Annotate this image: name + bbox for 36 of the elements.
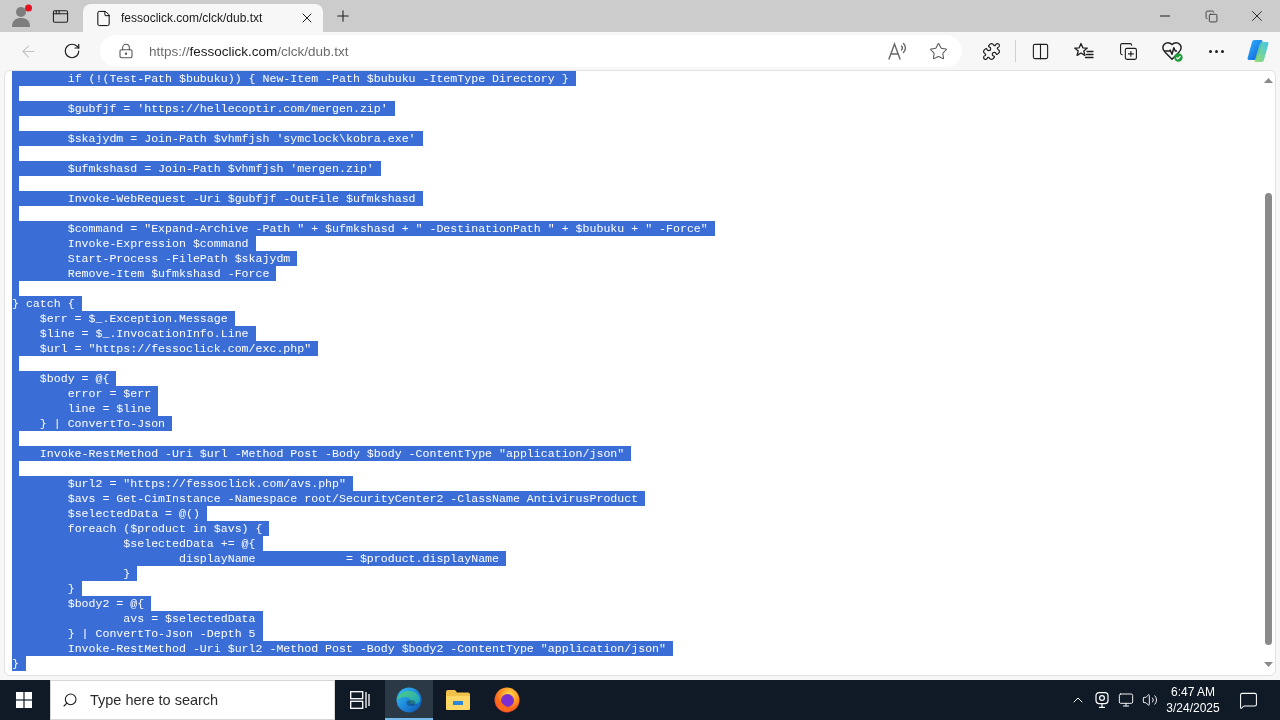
notification-icon xyxy=(1238,690,1258,710)
search-field[interactable]: Type here to search xyxy=(50,680,335,720)
favorites-icon xyxy=(1074,42,1094,60)
heart-pulse-icon xyxy=(1161,40,1183,62)
address-field[interactable]: https://fessoclick.com/clck/dub.txt xyxy=(100,35,962,67)
lock-icon xyxy=(118,43,134,59)
browser-tab[interactable]: fessoclick.com/clck/dub.txt xyxy=(83,4,323,32)
start-icon xyxy=(16,692,32,708)
more-icon xyxy=(1208,49,1224,53)
address-url[interactable]: https://fessoclick.com/clck/dub.txt xyxy=(149,43,882,59)
refresh-icon xyxy=(63,42,81,60)
taskbar-app-button[interactable] xyxy=(385,680,433,720)
camera-icon xyxy=(1094,692,1110,708)
network-icon xyxy=(1118,692,1134,708)
clock-button[interactable]: 6:47 AM 3/24/2025 xyxy=(1162,680,1224,720)
page-icon xyxy=(95,9,112,27)
restore-icon xyxy=(1204,9,1218,23)
browser-logo-icon xyxy=(494,687,520,713)
task-view-icon xyxy=(350,691,370,709)
scroll-down-arrow-icon[interactable] xyxy=(1263,662,1273,667)
read-aloud-icon xyxy=(888,42,908,60)
assistant-logo-icon xyxy=(1246,39,1270,63)
volume-icon xyxy=(1142,692,1158,708)
scroll-up-arrow-icon[interactable] xyxy=(1263,78,1273,83)
split-screen-icon xyxy=(1030,41,1050,61)
search-icon xyxy=(62,692,78,708)
scrollbar-thumb[interactable] xyxy=(1264,193,1272,645)
star-icon xyxy=(928,41,948,61)
collections-icon xyxy=(1118,41,1138,61)
plus-icon xyxy=(334,7,352,25)
puzzle-icon xyxy=(981,41,1001,61)
tab-actions-icon xyxy=(51,7,69,25)
minimize-icon xyxy=(1160,15,1170,17)
profile-avatar-icon xyxy=(11,4,33,28)
browser-logo-icon xyxy=(396,687,422,713)
folder-icon xyxy=(446,690,470,710)
